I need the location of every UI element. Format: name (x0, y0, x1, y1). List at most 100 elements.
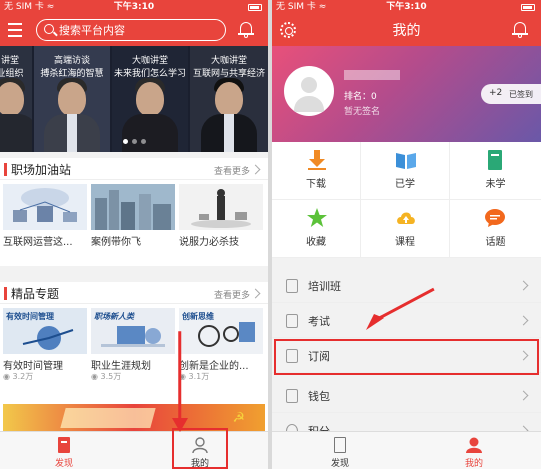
see-more-link[interactable]: 查看更多 (214, 288, 250, 301)
grid-item-learned[interactable]: 已学 (361, 142, 450, 200)
chevron-right-icon (518, 350, 529, 361)
topic-title: 有效时间管理 (3, 361, 63, 372)
section-title: 精品专题 (11, 287, 60, 301)
course-title: 说服力必杀技 (179, 237, 239, 248)
promo-banner[interactable]: ☭ (3, 404, 265, 432)
tab-label: 我的 (464, 459, 483, 469)
download-icon (308, 150, 326, 170)
grid-item-unlearned[interactable]: 未学 (450, 142, 541, 200)
battery-icon (248, 4, 262, 11)
course-thumbnail (179, 184, 263, 230)
topic-title: 创新是企业的... (179, 361, 249, 372)
bottom-tab-bar: 发现 我的 (0, 431, 268, 469)
grid-item-download[interactable]: 下载 (272, 142, 361, 200)
course-thumbnail (3, 184, 87, 230)
cloud-upload-icon (397, 212, 415, 224)
sign-in-points: +2 (489, 88, 503, 98)
course-thumbnail (91, 184, 175, 230)
chevron-right-icon (250, 164, 261, 175)
emblem-icon: ☭ (232, 410, 245, 426)
banner-slide-title: 大咖讲堂 (210, 56, 247, 66)
notification-bell-icon[interactable] (238, 21, 254, 39)
chat-bubble-icon (485, 209, 505, 227)
section-featured-topics: 精品专题 查看更多 有效时间管理 有效时间管理 ◉ 3.2万 职场新人类 职业生… (0, 282, 268, 432)
grid-item-label: 课程 (395, 237, 415, 248)
chevron-right-icon (518, 280, 529, 291)
view-count: ◉ 3.1万 (179, 372, 210, 381)
banner-slide-title: 讲堂 (0, 56, 19, 66)
view-count-value: 3.1万 (188, 372, 210, 381)
wallet-icon (286, 389, 298, 403)
menu-item-training[interactable]: 培训班 (272, 268, 541, 303)
arrow-head-icon (172, 418, 188, 432)
clock: 下午3:10 (113, 2, 155, 12)
grid-item-label: 话题 (485, 237, 506, 248)
notification-bell-icon[interactable] (512, 21, 528, 39)
feature-grid: 下载 已学 未学 收藏 课程 话题 (272, 142, 541, 258)
book-icon (396, 153, 416, 169)
banner-slide-title: 高端访谈 (53, 56, 90, 66)
sign-in-status: 已签到 (509, 90, 533, 99)
section-title: 职场加油站 (11, 163, 72, 177)
topic-thumbnail: 职场新人类 (91, 308, 175, 354)
top-navbar: 我的 (272, 14, 541, 46)
banner-slide-title: 大咖讲堂 (131, 56, 168, 66)
section-header: 精品专题 查看更多 (0, 282, 268, 304)
signature-label: 暂无签名 (344, 107, 381, 117)
search-icon (44, 24, 54, 34)
tab-mine[interactable]: 我的 (170, 432, 230, 469)
grid-item-label: 未学 (485, 179, 506, 190)
training-icon (286, 279, 298, 293)
topic-title: 职业生涯规划 (91, 361, 151, 372)
mine-screen: 无 SIM 卡 ≈ 下午3:10 我的 排名：0 暂无签名 +2 已签到 下载 … (272, 0, 541, 469)
grid-item-label: 已学 (395, 179, 415, 190)
username-blurred (344, 70, 400, 80)
exam-icon (286, 314, 298, 328)
banner-carousel[interactable]: 讲堂 业组织 高端访谈 搏杀红海的智慧 大咖讲堂 未来我们怎么学习 大咖讲堂 互… (0, 46, 268, 152)
menu-item-label: 培训班 (308, 280, 341, 293)
search-bar[interactable] (36, 19, 226, 41)
view-count: ◉ 3.5万 (91, 372, 122, 381)
discover-screen: 无 SIM 卡 ≈ 下午3:10 讲堂 业组织 高端访谈 搏杀红海的智慧 大咖讲… (0, 0, 268, 469)
menu-icon[interactable] (6, 20, 24, 40)
grid-item-favorites[interactable]: 收藏 (272, 200, 361, 258)
status-bar: 无 SIM 卡 ≈ 下午3:10 (0, 0, 268, 14)
menu-item-wallet[interactable]: 钱包 (272, 378, 541, 413)
chevron-right-icon (518, 390, 529, 401)
profile-header: 排名：0 暂无签名 +2 已签到 (272, 46, 541, 142)
star-icon (307, 208, 327, 227)
discover-icon (334, 437, 346, 453)
view-count: ◉ 3.2万 (3, 372, 34, 381)
menu-item-subscription[interactable]: 订阅 (272, 338, 541, 373)
grid-item-topics[interactable]: 话题 (450, 200, 541, 258)
carousel-dots (0, 129, 268, 148)
see-more-link[interactable]: 查看更多 (214, 164, 250, 177)
arrow-head-icon (366, 314, 384, 330)
bottom-tab-bar: 发现 我的 (272, 431, 541, 469)
menu-item-label: 订阅 (308, 350, 330, 363)
clock: 下午3:10 (386, 2, 427, 12)
rank-label: 排名：0 (344, 92, 377, 102)
menu-item-exam[interactable]: 考试 (272, 303, 541, 338)
tab-discover[interactable]: 发现 (310, 432, 370, 469)
tab-mine[interactable]: 我的 (444, 432, 504, 469)
grid-item-label: 收藏 (306, 237, 326, 248)
view-count-value: 3.5万 (100, 372, 122, 381)
avatar[interactable] (284, 66, 334, 116)
status-bar: 无 SIM 卡 ≈ 下午3:10 (272, 0, 541, 14)
subscription-icon (286, 349, 298, 363)
user-icon (192, 437, 208, 453)
annotation-arrow (178, 331, 182, 428)
tab-discover[interactable]: 发现 (34, 432, 94, 469)
user-icon (466, 437, 482, 453)
tab-label: 我的 (190, 459, 209, 469)
section-header: 职场加油站 查看更多 (0, 158, 268, 180)
tab-label: 发现 (330, 459, 349, 469)
section-career-station: 职场加油站 查看更多 互联网运营这... 案例带你飞 说服力必杀技 (0, 158, 268, 266)
battery-icon (521, 4, 535, 11)
search-input[interactable] (59, 22, 219, 38)
grid-item-courses[interactable]: 课程 (361, 200, 450, 258)
sign-in-badge[interactable]: +2 已签到 (481, 84, 541, 104)
discover-icon (58, 437, 70, 453)
top-navbar (0, 14, 268, 46)
